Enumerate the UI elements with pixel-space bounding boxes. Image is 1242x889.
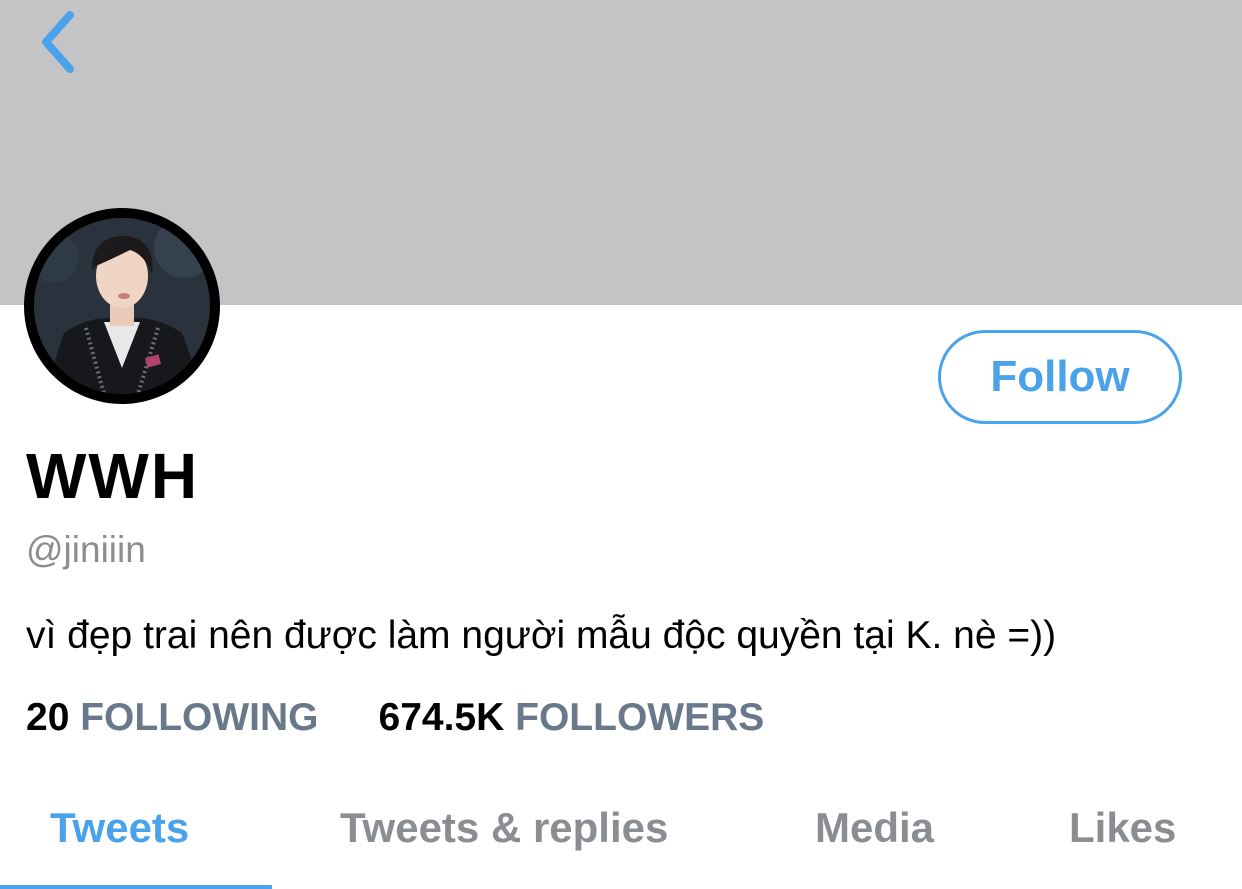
tab-media[interactable]: Media <box>815 800 934 856</box>
chevron-left-icon <box>42 11 74 73</box>
display-name: WWH <box>26 440 200 512</box>
tab-tweets-and-replies[interactable]: Tweets & replies <box>340 800 668 856</box>
follow-button[interactable]: Follow <box>938 330 1182 424</box>
followers-stat[interactable]: 674.5K FOLLOWERS <box>379 694 765 742</box>
profile-page: Follow WWH @jiniiin vì đẹp trai nên được… <box>0 0 1242 889</box>
following-count: 20 <box>26 696 70 739</box>
profile-stats: 20 FOLLOWING 674.5K FOLLOWERS <box>26 694 764 742</box>
followers-label: FOLLOWERS <box>515 696 765 739</box>
avatar[interactable] <box>24 208 220 404</box>
back-button[interactable] <box>28 6 88 78</box>
tab-likes[interactable]: Likes <box>1069 800 1176 856</box>
profile-tabs: Tweets Tweets & replies Media Likes <box>0 790 1242 889</box>
tab-tweets[interactable]: Tweets <box>50 800 189 856</box>
following-stat[interactable]: 20 FOLLOWING <box>26 694 319 742</box>
profile-bio: vì đẹp trai nên được làm người mẫu độc q… <box>26 614 1057 657</box>
user-handle: @jiniiin <box>26 529 146 570</box>
following-label: FOLLOWING <box>80 696 319 739</box>
followers-count: 674.5K <box>378 696 505 739</box>
active-tab-indicator <box>0 885 272 889</box>
avatar-photo <box>34 218 210 394</box>
